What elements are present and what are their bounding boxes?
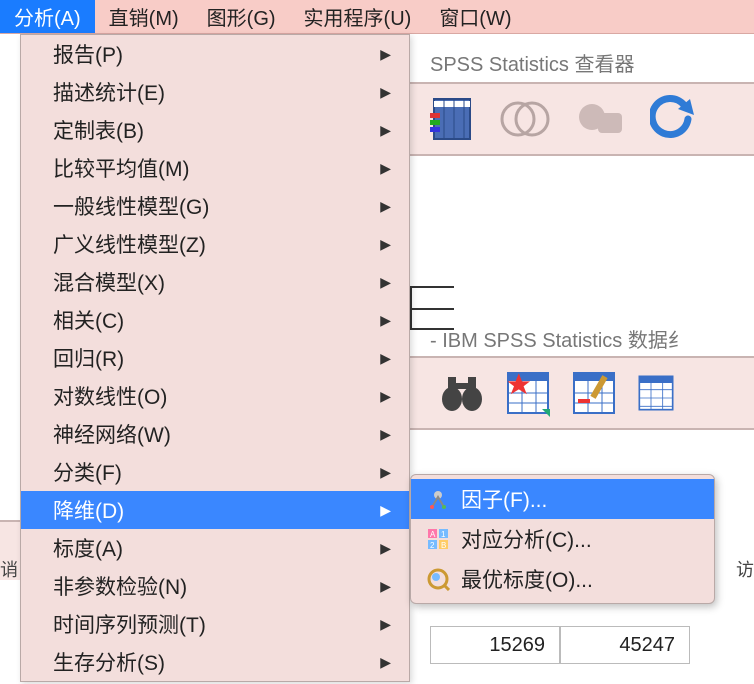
label: 降维(D) — [53, 495, 124, 525]
factor-icon — [425, 486, 451, 512]
svg-text:1: 1 — [441, 530, 446, 539]
shapes-icon[interactable] — [574, 95, 628, 143]
submenu-arrow-icon: ▶ — [380, 388, 391, 405]
label: 时间序列预测(T) — [53, 609, 206, 639]
label: 生存分析(S) — [53, 647, 165, 677]
menu-regression[interactable]: 回归(R) ▶ — [21, 339, 409, 377]
menu-graphs[interactable]: 图形(G) — [193, 0, 290, 33]
svg-text:B: B — [441, 541, 446, 550]
label: 标度(A) — [53, 533, 123, 563]
label: 相关(C) — [53, 305, 124, 335]
menu-neural-networks[interactable]: 神经网络(W) ▶ — [21, 415, 409, 453]
menu-loglinear[interactable]: 对数线性(O) ▶ — [21, 377, 409, 415]
dataset-toolbar — [410, 356, 754, 430]
menu-dimension-reduction[interactable]: 降维(D) ▶ — [21, 491, 409, 529]
label: 因子(F)... — [461, 484, 547, 514]
submenu-arrow-icon: ▶ — [380, 84, 391, 101]
submenu-arrow-icon: ▶ — [380, 274, 391, 291]
menu-forecasting[interactable]: 时间序列预测(T) ▶ — [21, 605, 409, 643]
menu-custom-tables[interactable]: 定制表(B) ▶ — [21, 111, 409, 149]
submenu-factor[interactable]: 因子(F)... — [411, 479, 714, 519]
submenu-arrow-icon: ▶ — [380, 464, 391, 481]
grid-edit-icon[interactable] — [570, 369, 618, 417]
menu-window[interactable]: 窗口(W) — [425, 0, 525, 33]
menu-mixed-models[interactable]: 混合模型(X) ▶ — [21, 263, 409, 301]
dataset-window-title: - IBM SPSS Statistics 数据纟 — [430, 324, 754, 353]
submenu-arrow-icon: ▶ — [380, 46, 391, 63]
chart-grid-icon[interactable] — [428, 95, 476, 143]
viewer-window-title: SPSS Statistics 查看器 — [430, 42, 754, 83]
label: 比较平均值(M) — [53, 153, 189, 183]
menu-reports[interactable]: 报告(P) ▶ — [21, 35, 409, 73]
right-col-fragment: 访 — [736, 556, 754, 582]
label: 神经网络(W) — [53, 419, 171, 449]
submenu-arrow-icon: ▶ — [380, 578, 391, 595]
submenu-arrow-icon: ▶ — [380, 122, 391, 139]
submenu-arrow-icon: ▶ — [380, 654, 391, 671]
menu-nonparametric-tests[interactable]: 非参数检验(N) ▶ — [21, 567, 409, 605]
submenu-arrow-icon: ▶ — [380, 350, 391, 367]
label: 回归(R) — [53, 343, 124, 373]
submenu-arrow-icon: ▶ — [380, 160, 391, 177]
menu-scale[interactable]: 标度(A) ▶ — [21, 529, 409, 567]
submenu-arrow-icon: ▶ — [380, 540, 391, 557]
label: 一般线性模型(G) — [53, 191, 209, 221]
label: 对数线性(O) — [53, 381, 167, 411]
submenu-optimal-scaling[interactable]: 最优标度(O)... — [411, 559, 714, 599]
venn-icon[interactable] — [498, 95, 552, 143]
label: 定制表(B) — [53, 115, 144, 145]
label: 对应分析(C)... — [461, 524, 592, 554]
label: 混合模型(X) — [53, 267, 165, 297]
grid-plain-icon[interactable] — [636, 369, 676, 417]
submenu-arrow-icon: ▶ — [380, 616, 391, 633]
submenu-arrow-icon: ▶ — [380, 426, 391, 443]
menu-direct-marketing[interactable]: 直销(M) — [95, 0, 193, 33]
binoculars-icon[interactable] — [438, 369, 486, 417]
submenu-arrow-icon: ▶ — [380, 312, 391, 329]
optimal-scaling-icon — [425, 566, 451, 592]
correspondence-icon: A12B — [425, 526, 451, 552]
refresh-icon[interactable] — [650, 95, 694, 143]
label: 报告(P) — [53, 39, 123, 69]
menu-compare-means[interactable]: 比较平均值(M) ▶ — [21, 149, 409, 187]
svg-text:2: 2 — [430, 541, 435, 550]
label: 描述统计(E) — [53, 77, 165, 107]
submenu-arrow-icon: ▶ — [380, 198, 391, 215]
menu-analyze[interactable]: 分析(A) — [0, 0, 95, 33]
grid-star-icon[interactable] — [504, 369, 552, 417]
menu-correlate[interactable]: 相关(C) ▶ — [21, 301, 409, 339]
menu-classify[interactable]: 分类(F) ▶ — [21, 453, 409, 491]
menu-survival[interactable]: 生存分析(S) ▶ — [21, 643, 409, 681]
left-col-fragment: 诮 — [0, 556, 18, 582]
analyze-dropdown: 报告(P) ▶ 描述统计(E) ▶ 定制表(B) ▶ 比较平均值(M) ▶ 一般线性模型… — [20, 34, 410, 682]
submenu-arrow-icon: ▶ — [380, 502, 391, 519]
label: 分类(F) — [53, 457, 122, 487]
viewer-toolbar — [410, 82, 754, 156]
menu-general-linear-model[interactable]: 一般线性模型(G) ▶ — [21, 187, 409, 225]
label: 最优标度(O)... — [461, 564, 593, 594]
table-cell[interactable]: 45247 — [560, 626, 690, 664]
dimension-reduction-submenu: 因子(F)... A12B 对应分析(C)... 最优标度(O)... — [410, 474, 715, 604]
label: 非参数检验(N) — [53, 571, 187, 601]
menu-generalized-linear-model[interactable]: 广义线性模型(Z) ▶ — [21, 225, 409, 263]
table-cell[interactable]: 15269 — [430, 626, 560, 664]
label: 广义线性模型(Z) — [53, 229, 206, 259]
menu-utilities[interactable]: 实用程序(U) — [290, 0, 426, 33]
svg-text:A: A — [430, 530, 436, 539]
menubar: 分析(A) 直销(M) 图形(G) 实用程序(U) 窗口(W) — [0, 0, 754, 34]
data-table-fragment: 15269 45247 — [430, 626, 690, 664]
menu-descriptive-statistics[interactable]: 描述统计(E) ▶ — [21, 73, 409, 111]
submenu-correspondence[interactable]: A12B 对应分析(C)... — [411, 519, 714, 559]
submenu-arrow-icon: ▶ — [380, 236, 391, 253]
